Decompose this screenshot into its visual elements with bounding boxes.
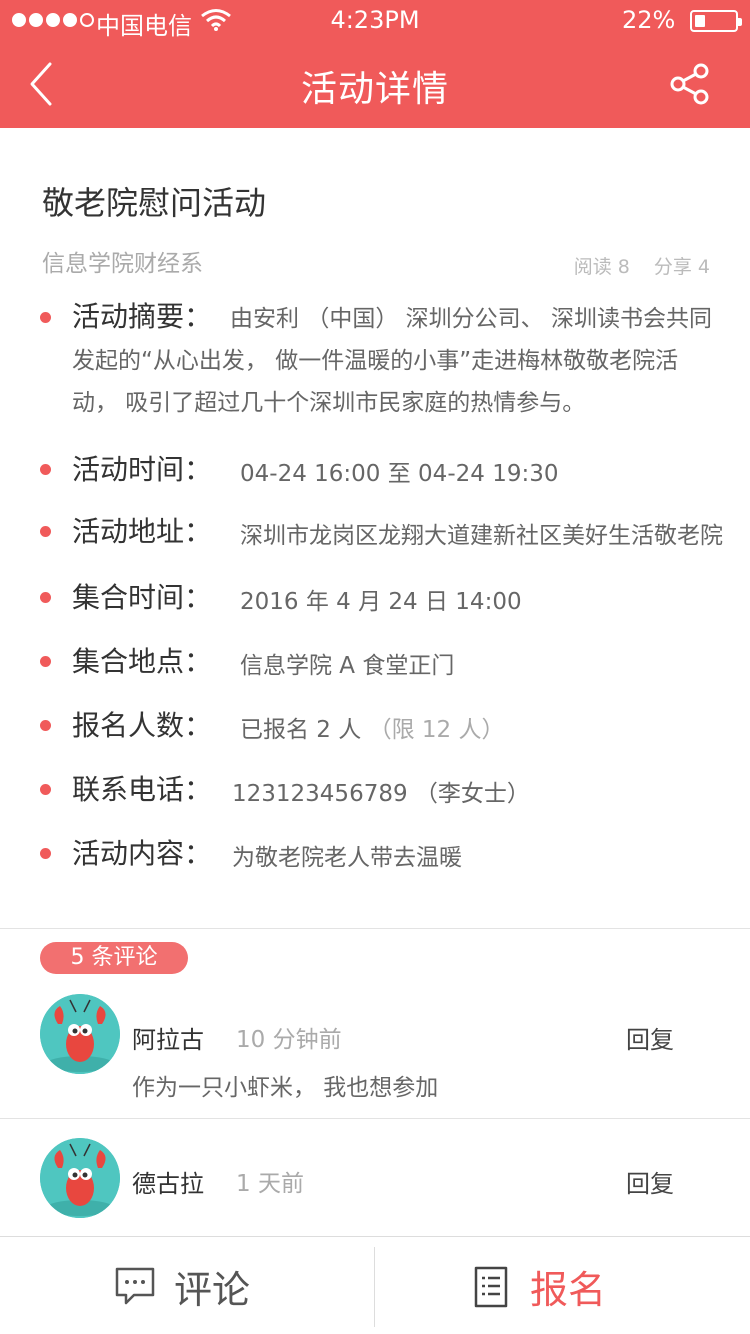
event-organizer: 信息学院财经系 [42,251,203,277]
page-title: 活动详情 [300,69,449,110]
section-divider [0,928,750,929]
bullet-dot [40,464,51,475]
info-value: 已报名 2 人 （限 12 人） [240,710,504,744]
info-label: 活动地址： [72,515,213,548]
list-document-icon [474,1266,508,1308]
top-bar: 中国电信 4:23PM 22% 活动详情 [0,0,750,128]
bullet-dot [40,656,51,667]
info-value: 为敬老院老人带去温暖 [232,845,462,871]
comment-author: 德古拉 [132,1170,204,1198]
info-label: 联系电话： [72,773,213,806]
event-stats: 阅读 8 分享 4 [574,252,710,279]
reply-button[interactable]: 回复 [626,1164,674,1199]
battery-percent: 22% [622,6,676,34]
info-label: 活动时间： [72,453,213,486]
info-row-phone: 联系电话： 123123456789 （李女士） [40,768,720,808]
info-row-address: 活动地址： 深圳市龙岗区龙翔大道建新社区美好生活敬老院 [40,510,723,550]
reply-button[interactable]: 回复 [626,1020,674,1055]
info-label: 活动内容： [72,837,213,870]
comment-button-label: 评论 [174,1268,251,1312]
read-count: 阅读 8 [573,256,630,278]
bullet-dot [40,592,51,603]
bottom-action-bar: 评论 报名 [0,1236,750,1334]
bullet-dot [40,784,51,795]
summary-text: 活动摘要： 由安利 （中国） 深圳分公司、 深圳读书会共同发起的“从心出发， 做一… [72,296,722,424]
comment-time: 10 分钟前 [236,1027,342,1053]
info-label: 集合地点： [72,645,213,678]
bullet-dot [40,312,51,323]
share-count: 分享 4 [653,256,710,278]
comment-author: 阿拉古 [132,1026,204,1054]
info-row-gather-place: 集合地点： 信息学院 A 食堂正门 [40,640,720,680]
signup-count: 已报名 2 人 [240,717,362,743]
info-label: 活动摘要： [72,300,213,333]
info-row-gather-time: 集合时间： 2016 年 4 月 24 日 14:00 [40,576,720,616]
comment-button[interactable]: 评论 [0,1237,374,1334]
bullet-dot [40,848,51,859]
phone-link[interactable]: 123123456789 （李女士） [232,774,530,808]
comment-time: 1 天前 [236,1171,304,1197]
comment-divider [0,1118,750,1119]
info-row-summary: 活动摘要： 由安利 （中国） 深圳分公司、 深圳读书会共同发起的“从心出发， 做一… [40,296,720,426]
info-label: 集合时间： [72,581,213,614]
comment-count-badge: 5 条评论 [40,942,188,974]
info-value: 2016 年 4 月 24 日 14:00 [240,589,522,615]
info-value: 深圳市龙岗区龙翔大道建新社区美好生活敬老院 [240,523,723,549]
event-title: 敬老院慰问活动 [42,184,267,222]
comment-item: 德古拉 1 天前 回复 [0,1134,750,1234]
avatar[interactable] [40,994,120,1074]
share-button[interactable] [668,62,712,106]
bullet-dot [40,526,51,537]
info-value: 信息学院 A 食堂正门 [240,653,455,679]
chat-bubble-icon [115,1267,155,1305]
signup-button[interactable]: 报名 [376,1237,750,1334]
status-bar: 中国电信 4:23PM 22% [0,0,750,40]
info-value: 04-24 16:00 至 04-24 19:30 [240,461,559,487]
info-row-signup-count: 报名人数： 已报名 2 人 （限 12 人） [40,704,720,744]
bullet-dot [40,720,51,731]
info-row-content: 活动内容： 为敬老院老人带去温暖 [40,832,720,872]
info-label: 报名人数： [72,709,213,742]
battery-icon [690,10,742,32]
avatar[interactable] [40,1138,120,1218]
navigation-bar: 活动详情 [0,40,750,128]
signup-button-label: 报名 [530,1268,607,1312]
info-row-time: 活动时间： 04-24 16:00 至 04-24 19:30 [40,448,720,488]
comment-item: 阿拉古 10 分钟前 回复 作为一只小虾米， 我也想参加 [0,990,750,1130]
comment-text: 作为一只小虾米， 我也想参加 [132,1075,439,1101]
signup-limit: （限 12 人） [368,717,505,743]
bottom-bar-separator [374,1247,375,1327]
